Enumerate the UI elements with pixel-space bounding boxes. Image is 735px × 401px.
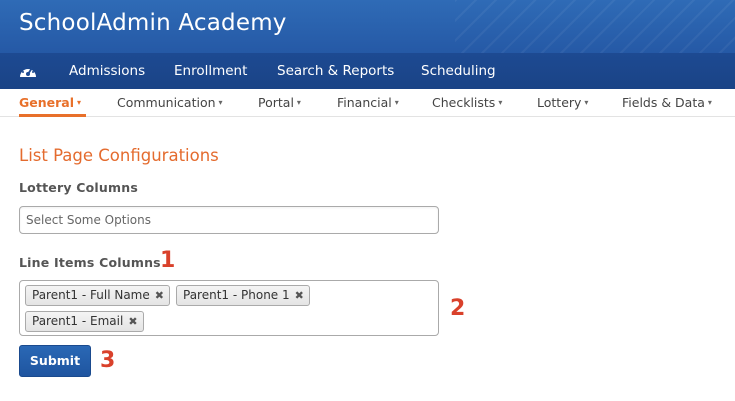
chip-label: Parent1 - Full Name <box>32 288 150 302</box>
main-nav: Admissions Enrollment Search & Reports S… <box>0 53 735 89</box>
nav-admissions[interactable]: Admissions <box>69 63 145 79</box>
selected-option-chip: Parent1 - Phone 1 ✖ <box>176 285 310 306</box>
close-icon[interactable]: ✖ <box>128 315 137 328</box>
chevron-down-icon: ▾ <box>77 98 82 107</box>
subnav-general[interactable]: General ▾ <box>19 95 81 110</box>
nav-enrollment[interactable]: Enrollment <box>174 63 247 79</box>
chevron-down-icon: ▾ <box>707 98 712 107</box>
chevron-down-icon: ▾ <box>498 98 503 107</box>
chip-label: Parent1 - Email <box>32 314 124 328</box>
nav-search-reports[interactable]: Search & Reports <box>277 63 394 79</box>
submit-button[interactable]: Submit <box>19 345 91 377</box>
subnav-lottery-label: Lottery <box>537 95 582 110</box>
subnav-lottery[interactable]: Lottery ▾ <box>537 95 588 110</box>
active-tab-indicator <box>19 114 86 117</box>
subnav-portal[interactable]: Portal ▾ <box>258 95 301 110</box>
subnav-fields-data-label: Fields & Data <box>622 95 705 110</box>
chip-label: Parent1 - Phone 1 <box>183 288 290 302</box>
close-icon[interactable]: ✖ <box>295 289 304 302</box>
subnav-checklists-label: Checklists <box>432 95 496 110</box>
section-title: List Page Configurations <box>19 146 219 165</box>
selected-option-chip: Parent1 - Email ✖ <box>25 311 144 332</box>
subnav-fields-data[interactable]: Fields & Data ▾ <box>622 95 712 110</box>
subnav-communication-label: Communication <box>117 95 216 110</box>
line-items-columns-select[interactable]: Parent1 - Full Name ✖ Parent1 - Phone 1 ✖ … <box>19 280 439 336</box>
subnav-general-label: General <box>19 95 74 110</box>
lottery-columns-select[interactable]: Select Some Options <box>19 206 439 234</box>
subnav-checklists[interactable]: Checklists ▾ <box>432 95 502 110</box>
subnav-portal-label: Portal <box>258 95 294 110</box>
nav-scheduling[interactable]: Scheduling <box>421 63 496 79</box>
annotation-1: 1 <box>160 248 176 273</box>
line-items-columns-label: Line Items Columns <box>19 255 161 270</box>
subnav-financial-label: Financial <box>337 95 392 110</box>
app-title: SchoolAdmin Academy <box>19 10 287 36</box>
chevron-down-icon: ▾ <box>584 98 589 107</box>
lottery-columns-placeholder: Select Some Options <box>26 213 151 227</box>
annotation-2: 2 <box>450 296 466 321</box>
app-header: SchoolAdmin Academy <box>0 0 735 53</box>
chevron-down-icon: ▾ <box>394 98 399 107</box>
dashboard-icon[interactable] <box>18 62 38 80</box>
selected-option-chip: Parent1 - Full Name ✖ <box>25 285 170 306</box>
chevron-down-icon: ▾ <box>296 98 301 107</box>
sub-nav: General ▾ Communication ▾ Portal ▾ Financia… <box>0 89 735 117</box>
subnav-financial[interactable]: Financial ▾ <box>337 95 399 110</box>
annotation-3: 3 <box>100 348 116 373</box>
lottery-columns-label: Lottery Columns <box>19 180 138 195</box>
subnav-communication[interactable]: Communication ▾ <box>117 95 223 110</box>
chevron-down-icon: ▾ <box>218 98 223 107</box>
close-icon[interactable]: ✖ <box>155 289 164 302</box>
